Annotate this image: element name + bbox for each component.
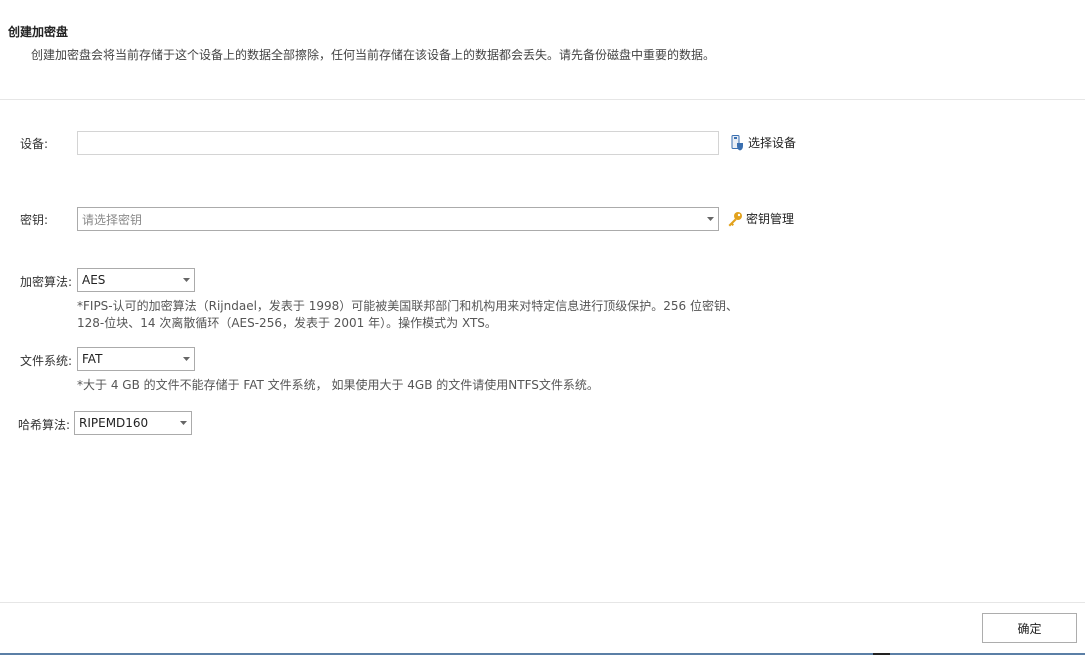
- encryption-note-line1: *FIPS-认可的加密算法（Rijndael，发表于 1998）可能被美国联邦部…: [77, 299, 738, 313]
- encryption-algorithm-select[interactable]: AES: [77, 268, 195, 292]
- key-icon: [727, 211, 743, 227]
- encryption-algorithm-note: *FIPS-认可的加密算法（Rijndael，发表于 1998）可能被美国联邦部…: [77, 298, 738, 332]
- file-system-label: 文件系统:: [20, 354, 73, 368]
- hash-algorithm-select[interactable]: RIPEMD160: [74, 411, 192, 435]
- key-select[interactable]: 请选择密钥: [77, 207, 719, 231]
- create-encrypted-disk-dialog: 创建加密盘 创建加密盘会将当前存储于这个设备上的数据全部擦除，任何当前存储在该设…: [0, 0, 1085, 655]
- select-device-label: 选择设备: [748, 136, 797, 150]
- key-management-label: 密钥管理: [746, 212, 795, 226]
- encryption-algorithm-value: AES: [82, 273, 106, 287]
- chevron-down-icon[interactable]: [178, 348, 194, 370]
- chevron-down-icon[interactable]: [702, 208, 718, 230]
- file-system-select[interactable]: FAT: [77, 347, 195, 371]
- chevron-down-icon[interactable]: [178, 269, 194, 291]
- device-field[interactable]: [77, 131, 719, 155]
- page-title: 创建加密盘: [8, 25, 69, 39]
- encryption-note-line2: 128-位块、14 次离散循环（AES-256，发表于 2001 年）。操作模式…: [77, 316, 497, 330]
- file-system-note: *大于 4 GB 的文件不能存储于 FAT 文件系统， 如果使用大于 4GB 的…: [77, 378, 599, 392]
- encryption-algorithm-label: 加密算法:: [20, 275, 73, 289]
- usb-drive-shield-icon: [729, 134, 745, 151]
- page-description: 创建加密盘会将当前存储于这个设备上的数据全部擦除，任何当前存储在该设备上的数据都…: [31, 48, 716, 62]
- key-management-button[interactable]: 密钥管理: [727, 210, 794, 227]
- ok-button[interactable]: 确定: [982, 613, 1077, 643]
- hash-algorithm-label: 哈希算法:: [18, 418, 71, 432]
- key-label: 密钥:: [20, 213, 49, 227]
- chevron-down-icon[interactable]: [175, 412, 191, 434]
- device-label: 设备:: [20, 137, 49, 151]
- key-select-placeholder: 请选择密钥: [82, 212, 143, 227]
- select-device-button[interactable]: 选择设备: [729, 134, 796, 151]
- hash-algorithm-value: RIPEMD160: [79, 416, 149, 430]
- footer-divider: [0, 602, 1085, 603]
- header-divider: [0, 99, 1085, 100]
- file-system-value: FAT: [82, 352, 103, 366]
